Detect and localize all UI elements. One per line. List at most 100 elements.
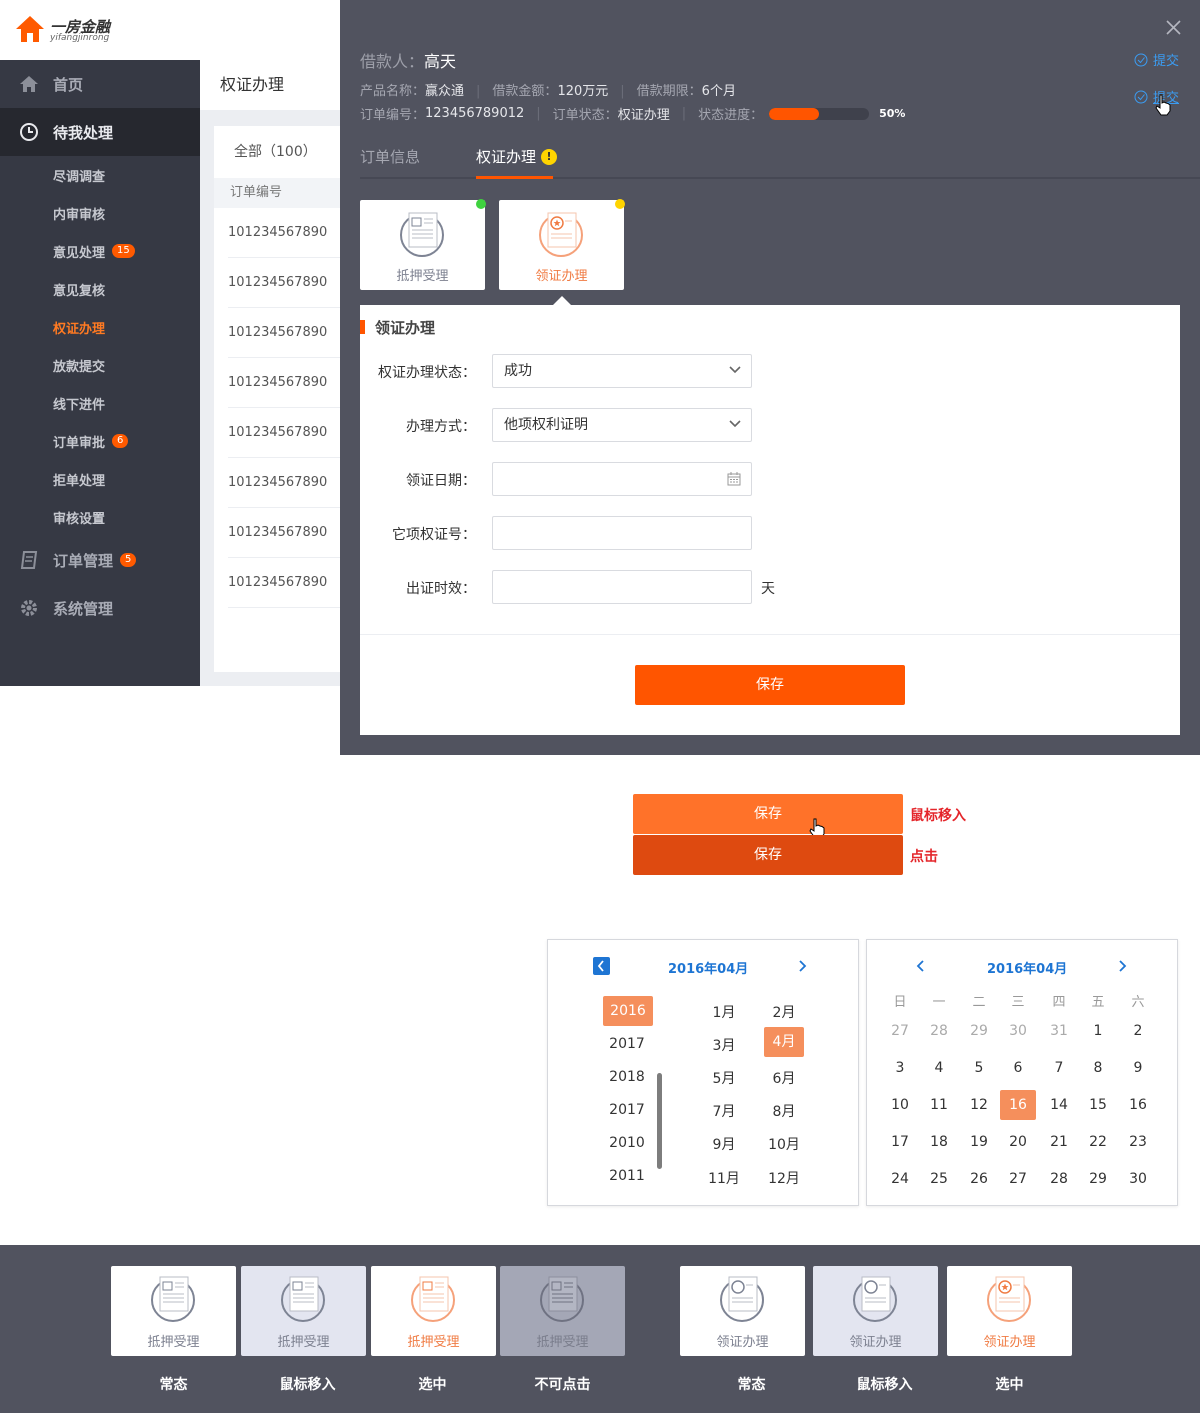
month-option[interactable]: 3月 bbox=[704, 1035, 744, 1055]
card-state-normal[interactable]: 领证办理 bbox=[680, 1266, 805, 1356]
year-option[interactable]: 2017 bbox=[607, 1036, 647, 1052]
sidebar-subitem[interactable]: 线下进件 bbox=[0, 384, 200, 422]
chevron-left-icon[interactable] bbox=[915, 959, 925, 973]
sidebar-subitem[interactable]: 拒单处理 bbox=[0, 460, 200, 498]
calendar-icon[interactable] bbox=[727, 472, 741, 486]
table-row[interactable]: 101234567890 bbox=[228, 558, 340, 608]
day-cell[interactable]: 2 bbox=[1118, 1023, 1158, 1039]
month-option[interactable]: 8月 bbox=[764, 1101, 804, 1121]
month-option[interactable]: 7月 bbox=[704, 1101, 744, 1121]
sidebar-subitem[interactable]: 意见处理 15 bbox=[0, 232, 200, 270]
day-cell[interactable]: 3 bbox=[880, 1060, 920, 1076]
year-scrollbar[interactable] bbox=[657, 1073, 662, 1169]
day-cell[interactable]: 24 bbox=[880, 1171, 920, 1187]
sidebar-subitem[interactable]: 审核设置 bbox=[0, 498, 200, 536]
day-cell[interactable]: 11 bbox=[919, 1097, 959, 1113]
sidebar-subitem-active[interactable]: 权证办理 bbox=[0, 308, 200, 346]
month-option[interactable]: 2月 bbox=[764, 1002, 804, 1022]
year-option[interactable]: 2010 bbox=[607, 1135, 647, 1151]
tab-warrant[interactable]: 权证办理 ! bbox=[476, 146, 558, 167]
submit-button[interactable]: 提交 bbox=[1134, 50, 1179, 69]
year-option[interactable]: 2018 bbox=[607, 1069, 647, 1085]
day-cell[interactable]: 5 bbox=[959, 1060, 999, 1076]
day-cell[interactable]: 1 bbox=[1078, 1023, 1118, 1039]
prev-month-button[interactable] bbox=[593, 957, 610, 975]
table-row[interactable]: 101234567890 bbox=[228, 258, 340, 308]
day-cell[interactable]: 9 bbox=[1118, 1060, 1158, 1076]
save-button-hover[interactable]: 保存 bbox=[633, 794, 903, 834]
card-state-normal[interactable]: 抵押受理 bbox=[111, 1266, 236, 1356]
day-cell[interactable]: 19 bbox=[959, 1134, 999, 1150]
day-cell[interactable]: 28 bbox=[1039, 1171, 1079, 1187]
day-cell[interactable]: 30 bbox=[1118, 1171, 1158, 1187]
validity-input[interactable] bbox=[492, 570, 752, 604]
date-input[interactable] bbox=[492, 462, 752, 496]
day-cell[interactable]: 29 bbox=[1078, 1171, 1118, 1187]
method-select[interactable]: 他项权利证明 bbox=[492, 408, 752, 442]
day-cell[interactable]: 16 bbox=[1118, 1097, 1158, 1113]
month-option[interactable]: 6月 bbox=[764, 1068, 804, 1088]
card-state-hover[interactable]: 领证办理 bbox=[813, 1266, 938, 1356]
warrant-status-select[interactable]: 成功 bbox=[492, 354, 752, 388]
day-cell[interactable]: 22 bbox=[1078, 1134, 1118, 1150]
month-option[interactable]: 1月 bbox=[704, 1002, 744, 1022]
day-cell[interactable]: 26 bbox=[959, 1171, 999, 1187]
day-cell[interactable]: 12 bbox=[959, 1097, 999, 1113]
month-option[interactable]: 5月 bbox=[704, 1068, 744, 1088]
day-cell[interactable]: 8 bbox=[1078, 1060, 1118, 1076]
save-button[interactable]: 保存 bbox=[635, 665, 905, 705]
year-option-selected[interactable]: 2016 bbox=[603, 996, 653, 1026]
table-row[interactable]: 101234567890 bbox=[228, 408, 340, 458]
day-cell[interactable]: 25 bbox=[919, 1171, 959, 1187]
day-cell[interactable]: 29 bbox=[959, 1023, 999, 1039]
day-cell-selected[interactable]: 16 bbox=[1000, 1090, 1036, 1120]
tab-order-info[interactable]: 订单信息 bbox=[360, 146, 420, 167]
card-state-selected[interactable]: 抵押受理 bbox=[371, 1266, 496, 1356]
tab-all[interactable]: 全部（100） bbox=[214, 126, 340, 178]
day-cell[interactable]: 21 bbox=[1039, 1134, 1079, 1150]
day-cell[interactable]: 7 bbox=[1039, 1060, 1079, 1076]
month-option[interactable]: 11月 bbox=[704, 1168, 744, 1188]
day-cell[interactable]: 10 bbox=[880, 1097, 920, 1113]
step-card-mortgage[interactable]: 抵押受理 bbox=[360, 199, 486, 290]
month-option[interactable]: 12月 bbox=[764, 1168, 804, 1188]
day-cell[interactable]: 20 bbox=[998, 1134, 1038, 1150]
sidebar-subitem[interactable]: 内审审核 bbox=[0, 194, 200, 232]
sidebar-item-system[interactable]: 系统管理 bbox=[0, 584, 200, 632]
card-state-hover[interactable]: 抵押受理 bbox=[241, 1266, 366, 1356]
chevron-right-icon[interactable] bbox=[798, 959, 808, 973]
day-cell[interactable]: 30 bbox=[998, 1023, 1038, 1039]
day-cell[interactable]: 15 bbox=[1078, 1097, 1118, 1113]
table-row[interactable]: 101234567890 bbox=[228, 208, 340, 258]
sidebar-subitem[interactable]: 尽调调查 bbox=[0, 156, 200, 194]
day-cell[interactable]: 27 bbox=[998, 1171, 1038, 1187]
close-icon[interactable] bbox=[1166, 20, 1181, 35]
sidebar-item-orders[interactable]: 订单管理 5 bbox=[0, 536, 200, 584]
card-state-selected[interactable]: 领证办理 bbox=[947, 1266, 1072, 1356]
month-option-selected[interactable]: 4月 bbox=[764, 1027, 804, 1057]
month-option[interactable]: 10月 bbox=[764, 1134, 804, 1154]
year-option[interactable]: 2017 bbox=[607, 1102, 647, 1118]
chevron-right-icon[interactable] bbox=[1118, 959, 1128, 973]
year-option[interactable]: 2011 bbox=[607, 1168, 647, 1184]
month-option[interactable]: 9月 bbox=[704, 1134, 744, 1154]
step-card-certificate[interactable]: 领证办理 bbox=[499, 199, 625, 290]
sidebar-subitem[interactable]: 意见复核 bbox=[0, 270, 200, 308]
table-row[interactable]: 101234567890 bbox=[228, 358, 340, 408]
day-cell[interactable]: 31 bbox=[1039, 1023, 1079, 1039]
sidebar-subitem[interactable]: 订单审批 6 bbox=[0, 422, 200, 460]
table-row[interactable]: 101234567890 bbox=[228, 458, 340, 508]
table-row[interactable]: 101234567890 bbox=[228, 308, 340, 358]
cert-no-input[interactable] bbox=[492, 516, 752, 550]
day-cell[interactable]: 4 bbox=[919, 1060, 959, 1076]
table-row[interactable]: 101234567890 bbox=[228, 508, 340, 558]
day-cell[interactable]: 27 bbox=[880, 1023, 920, 1039]
sidebar-item-pending[interactable]: 待我处理 bbox=[0, 108, 200, 156]
save-button-pressed[interactable]: 保存 bbox=[633, 835, 903, 875]
day-cell[interactable]: 17 bbox=[880, 1134, 920, 1150]
sidebar-subitem[interactable]: 放款提交 bbox=[0, 346, 200, 384]
day-cell[interactable]: 14 bbox=[1039, 1097, 1079, 1113]
sidebar-item-home[interactable]: 首页 bbox=[0, 60, 200, 108]
day-cell[interactable]: 28 bbox=[919, 1023, 959, 1039]
day-cell[interactable]: 23 bbox=[1118, 1134, 1158, 1150]
